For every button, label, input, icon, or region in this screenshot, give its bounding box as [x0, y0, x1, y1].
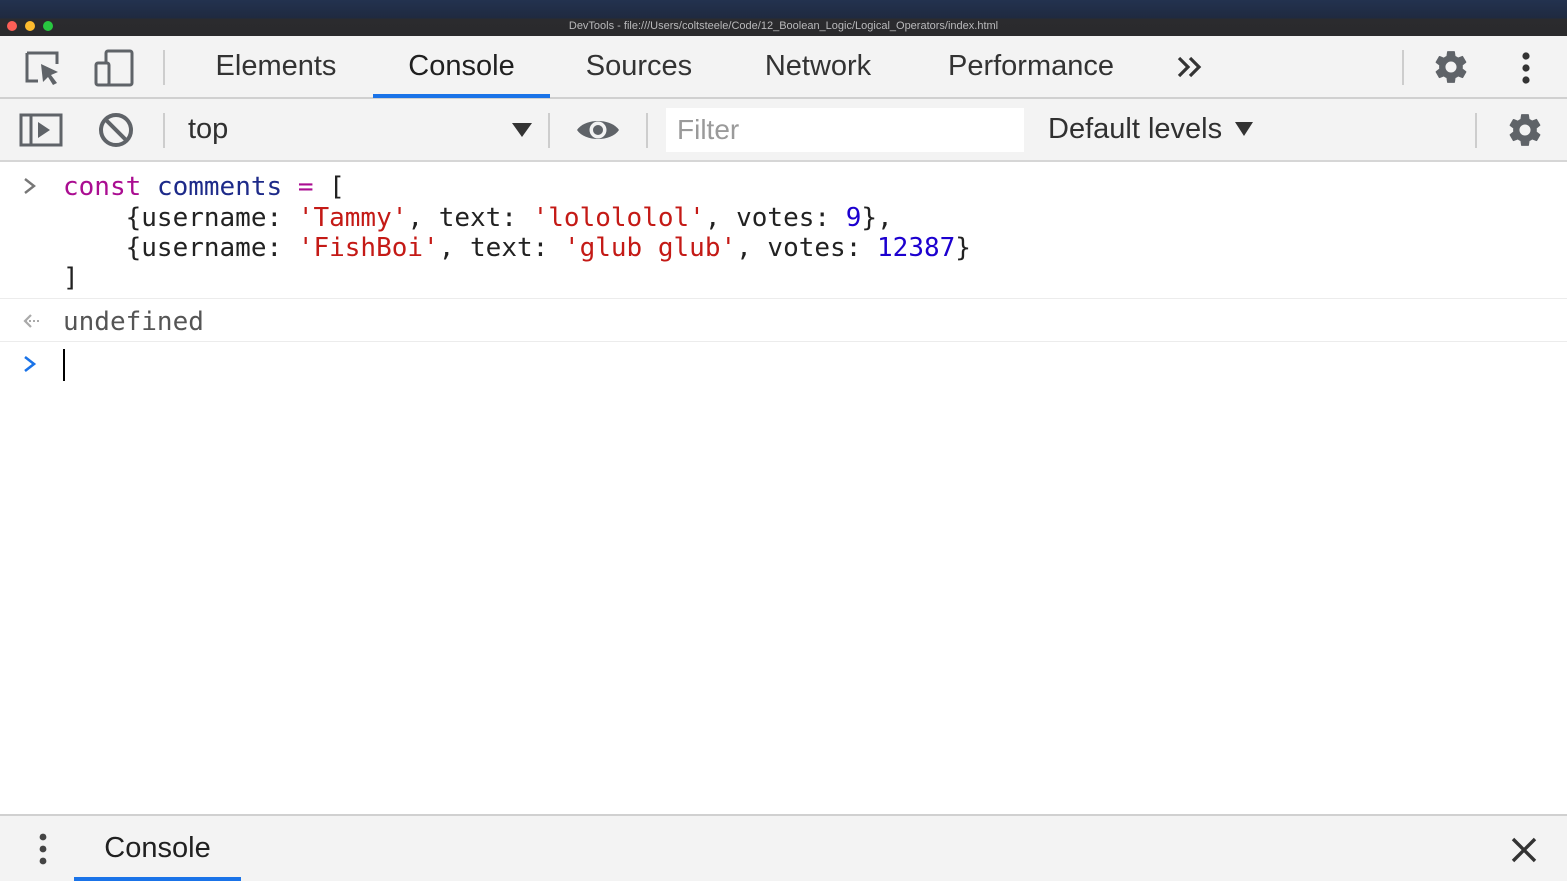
- code-keyword: const: [63, 172, 142, 202]
- entry-divider: [0, 341, 1567, 342]
- drawer-bar: Console: [0, 814, 1567, 881]
- code-string: 'Tammy': [297, 203, 408, 233]
- toolbar-divider: [646, 113, 648, 148]
- toolbar-divider: [163, 113, 165, 148]
- gear-icon[interactable]: [1429, 46, 1473, 88]
- close-drawer-icon[interactable]: [1505, 832, 1543, 868]
- tab-sources[interactable]: Sources: [566, 36, 712, 97]
- text-cursor[interactable]: [63, 349, 65, 381]
- console-result: undefined: [63, 307, 204, 337]
- clear-console-icon[interactable]: [96, 110, 136, 150]
- inspect-element-icon[interactable]: [22, 48, 64, 88]
- prompt-chevron-icon: [22, 350, 38, 380]
- toolbar-divider: [1402, 50, 1404, 85]
- drawer-tab-console[interactable]: Console: [74, 816, 241, 881]
- vertical-dots-icon[interactable]: [1510, 48, 1542, 88]
- console-input-line-4: ]: [63, 263, 79, 293]
- console-toolbar: top Default levels: [0, 99, 1567, 162]
- device-toolbar-icon[interactable]: [92, 48, 136, 88]
- console-settings-gear-icon[interactable]: [1503, 109, 1547, 151]
- log-levels-label: Default levels: [1048, 113, 1223, 145]
- input-chevron-icon: [22, 172, 38, 202]
- context-value: top: [188, 113, 229, 145]
- code-bracket: ]: [63, 263, 79, 293]
- code-number: 12387: [877, 233, 956, 263]
- code-string: 'FishBoi': [297, 233, 439, 263]
- console-input-line-3: {username: 'FishBoi', text: 'glub glub',…: [63, 233, 971, 263]
- toolbar-divider: [163, 50, 165, 85]
- log-levels-dropdown[interactable]: Default levels: [1048, 99, 1254, 160]
- filter-input[interactable]: [666, 108, 1024, 152]
- toolbar-divider: [1475, 113, 1477, 148]
- code-variable: comments: [156, 172, 283, 202]
- window-title-bar: DevTools - file:///Users/coltsteele/Code…: [0, 0, 1567, 36]
- console-input-line-2: {username: 'Tammy', text: 'lolololol', v…: [63, 203, 893, 233]
- chevron-down-icon: [1234, 117, 1254, 143]
- code-bracket: [: [329, 172, 345, 202]
- console-output[interactable]: const comments = [ {username: 'Tammy', t…: [0, 164, 1567, 814]
- show-sidebar-icon[interactable]: [18, 112, 64, 148]
- window-title: DevTools - file:///Users/coltsteele/Code…: [568, 20, 999, 32]
- code-number: 9: [845, 203, 862, 233]
- live-expression-eye-icon[interactable]: [574, 112, 622, 148]
- drawer-menu-dots-icon[interactable]: [30, 830, 56, 868]
- console-input-line-1: const comments = [: [63, 172, 345, 202]
- tab-console[interactable]: Console: [373, 36, 550, 98]
- more-tabs-icon[interactable]: [1170, 50, 1210, 84]
- devtools-tab-bar: Elements Console Sources Network Perform…: [0, 36, 1567, 99]
- toolbar-divider: [548, 113, 550, 148]
- chevron-down-icon: [511, 113, 533, 146]
- context-select[interactable]: top: [188, 99, 533, 160]
- code-string: 'lolololol': [532, 203, 705, 233]
- code-string: 'glub glub': [563, 233, 737, 263]
- tab-network[interactable]: Network: [742, 36, 894, 97]
- result-arrow-icon: [22, 307, 42, 337]
- entry-divider: [0, 298, 1567, 299]
- tab-performance[interactable]: Performance: [923, 36, 1139, 97]
- code-operator: =: [297, 172, 314, 202]
- tab-elements[interactable]: Elements: [193, 36, 359, 97]
